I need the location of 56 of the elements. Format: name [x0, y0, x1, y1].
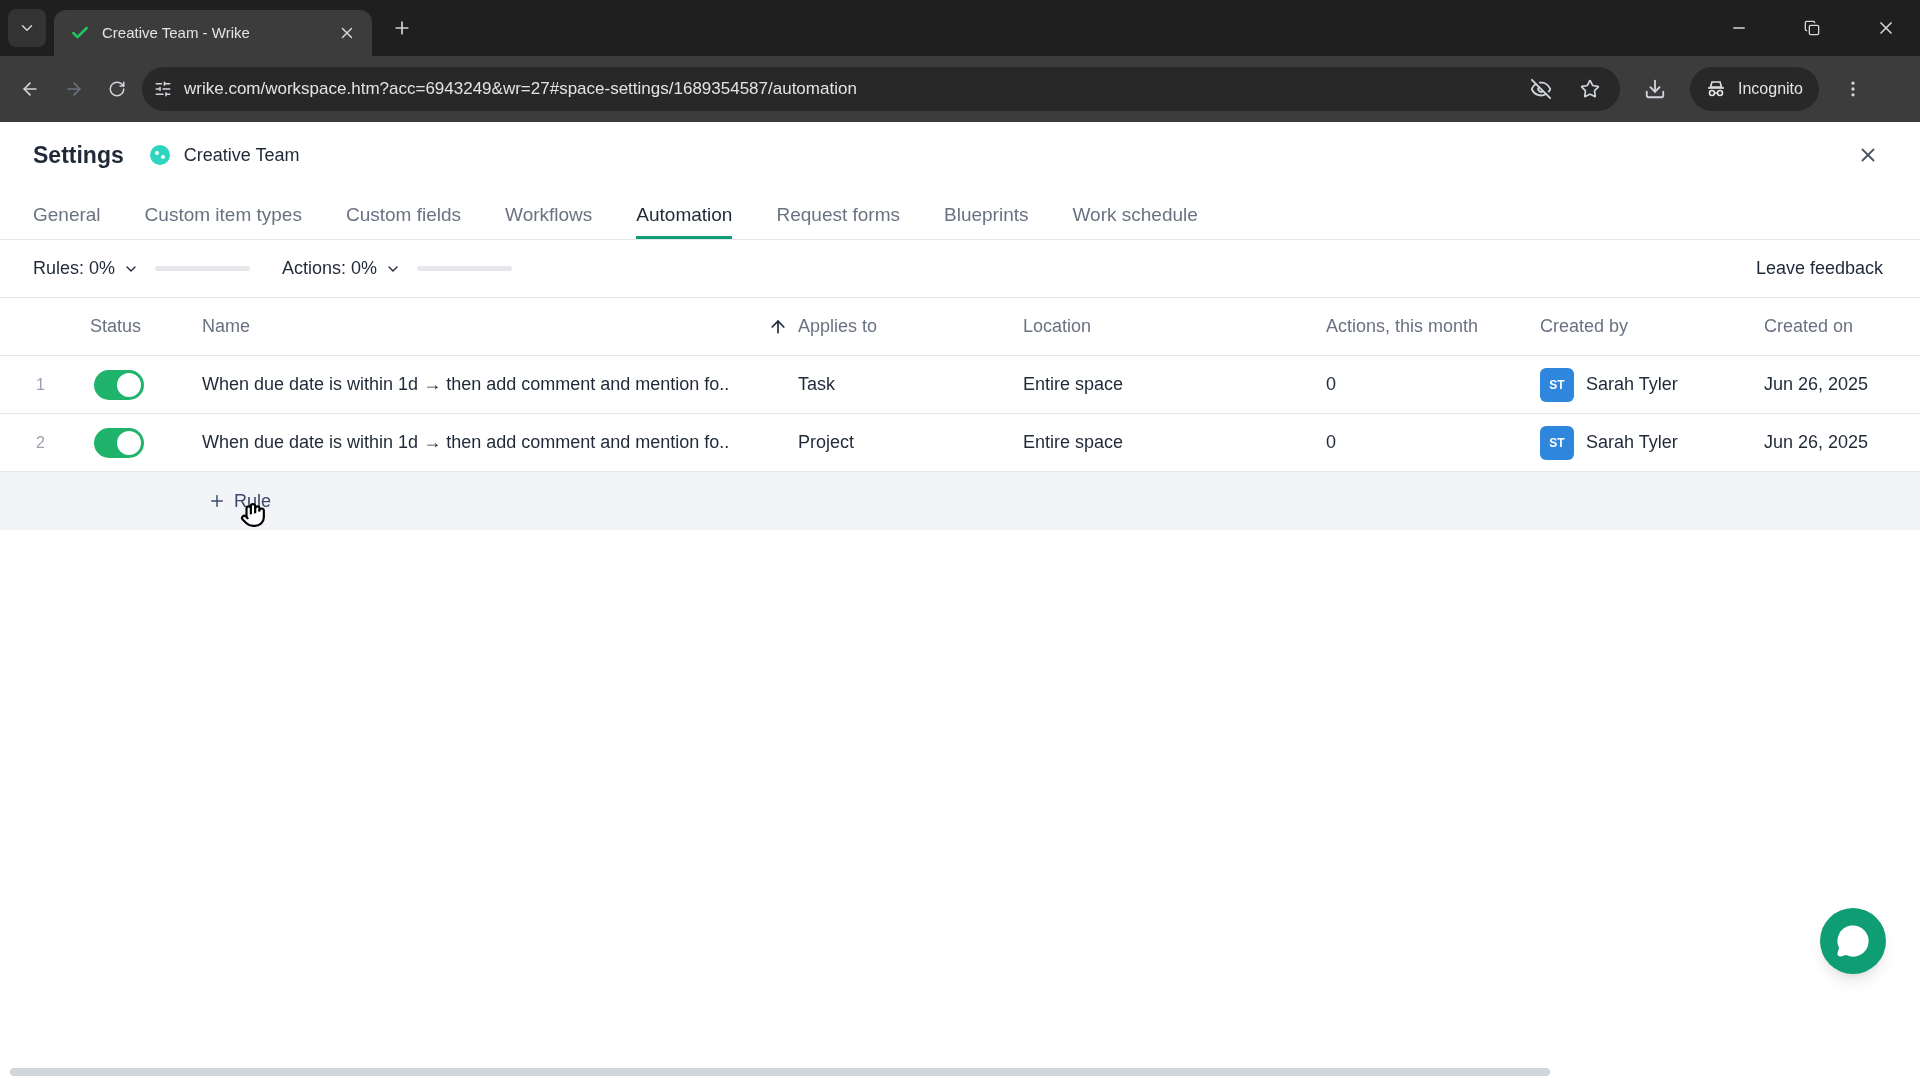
site-settings-icon[interactable] [154, 80, 172, 98]
table-cell: Task [798, 374, 835, 394]
download-icon[interactable] [1644, 78, 1666, 100]
column-header[interactable]: Created on [1764, 313, 1854, 340]
column-header[interactable]: Actions, this month [1326, 313, 1479, 340]
table-cell: Jun 26, 2025 [1764, 432, 1869, 452]
table-cell: 0 [1326, 432, 1336, 452]
avatar: ST [1540, 425, 1574, 460]
settings-title: Settings [33, 140, 124, 170]
rule-name: When due date is within 1d → then add comment and mention fo.. [202, 374, 730, 394]
space-icon [147, 143, 172, 167]
settings-tab[interactable]: Blueprints [944, 188, 1029, 239]
chat-button[interactable] [1820, 908, 1886, 974]
horizontal-scrollbar[interactable] [10, 1068, 1550, 1076]
row-number: 2 [36, 433, 45, 451]
meter-dropdown[interactable]: Rules: 0% [33, 255, 140, 282]
incognito-icon [1706, 79, 1726, 99]
plus-icon [208, 492, 226, 510]
chat-bubble-icon [1836, 924, 1870, 958]
table-cell: Entire space [1023, 374, 1124, 394]
eye-off-icon[interactable] [1530, 78, 1552, 100]
column-header[interactable]: Name [202, 313, 250, 340]
settings-tab[interactable]: Custom fields [345, 188, 462, 239]
url-text: wrike.com/workspace.htm?acc=6943249&wr=27#space-settings/1689354587/automation [184, 78, 858, 101]
reload-icon[interactable] [108, 80, 126, 98]
rule-row[interactable]: 1 When due date is within 1d → then add comment and mention fo.. Task Entire space 0 ST Sarah Tyler Jun 26, 2025 [0, 356, 1920, 414]
column-header[interactable]: Created by [1540, 313, 1629, 340]
table-cell: 0 [1326, 374, 1336, 394]
address-bar[interactable]: wrike.com/workspace.htm?acc=6943249&wr=27#space-settings/1689354587/automation [142, 67, 1620, 111]
settings-tab[interactable]: General [33, 188, 101, 239]
settings-tab[interactable]: Request forms [776, 188, 900, 239]
creator-name: Sarah Tyler [1586, 431, 1678, 454]
status-toggle[interactable] [94, 427, 144, 458]
space-name: Creative Team [183, 143, 300, 167]
meter-dropdown[interactable]: Actions: 0% [282, 255, 402, 282]
rule-name: When due date is within 1d → then add comment and mention fo.. [202, 432, 730, 452]
browser-tab[interactable]: Creative Team - Wrike [54, 10, 372, 56]
creator-name: Sarah Tyler [1586, 373, 1678, 396]
settings-tab[interactable]: Automation [636, 188, 733, 239]
column-header[interactable]: Applies to [798, 313, 878, 340]
row-number: 1 [36, 375, 45, 393]
column-header[interactable]: Location [1023, 313, 1092, 340]
table-cell: Jun 26, 2025 [1764, 374, 1869, 394]
status-toggle[interactable] [94, 369, 144, 400]
tab-title: Creative Team - Wrike [102, 22, 251, 43]
star-icon[interactable] [1580, 79, 1600, 99]
settings-tab[interactable]: Custom item types [144, 188, 302, 239]
incognito-button[interactable]: Incognito [1690, 67, 1819, 111]
avatar: ST [1540, 367, 1574, 402]
restore-icon[interactable] [1804, 20, 1820, 36]
settings-tab[interactable]: Work schedule [1072, 188, 1198, 239]
table-cell: Project [798, 432, 855, 452]
table-cell: Entire space [1023, 432, 1124, 452]
settings-tab[interactable]: Workflows [505, 188, 593, 239]
column-header[interactable]: Status [90, 313, 142, 340]
feedback-link[interactable]: Leave feedback [1755, 255, 1883, 282]
